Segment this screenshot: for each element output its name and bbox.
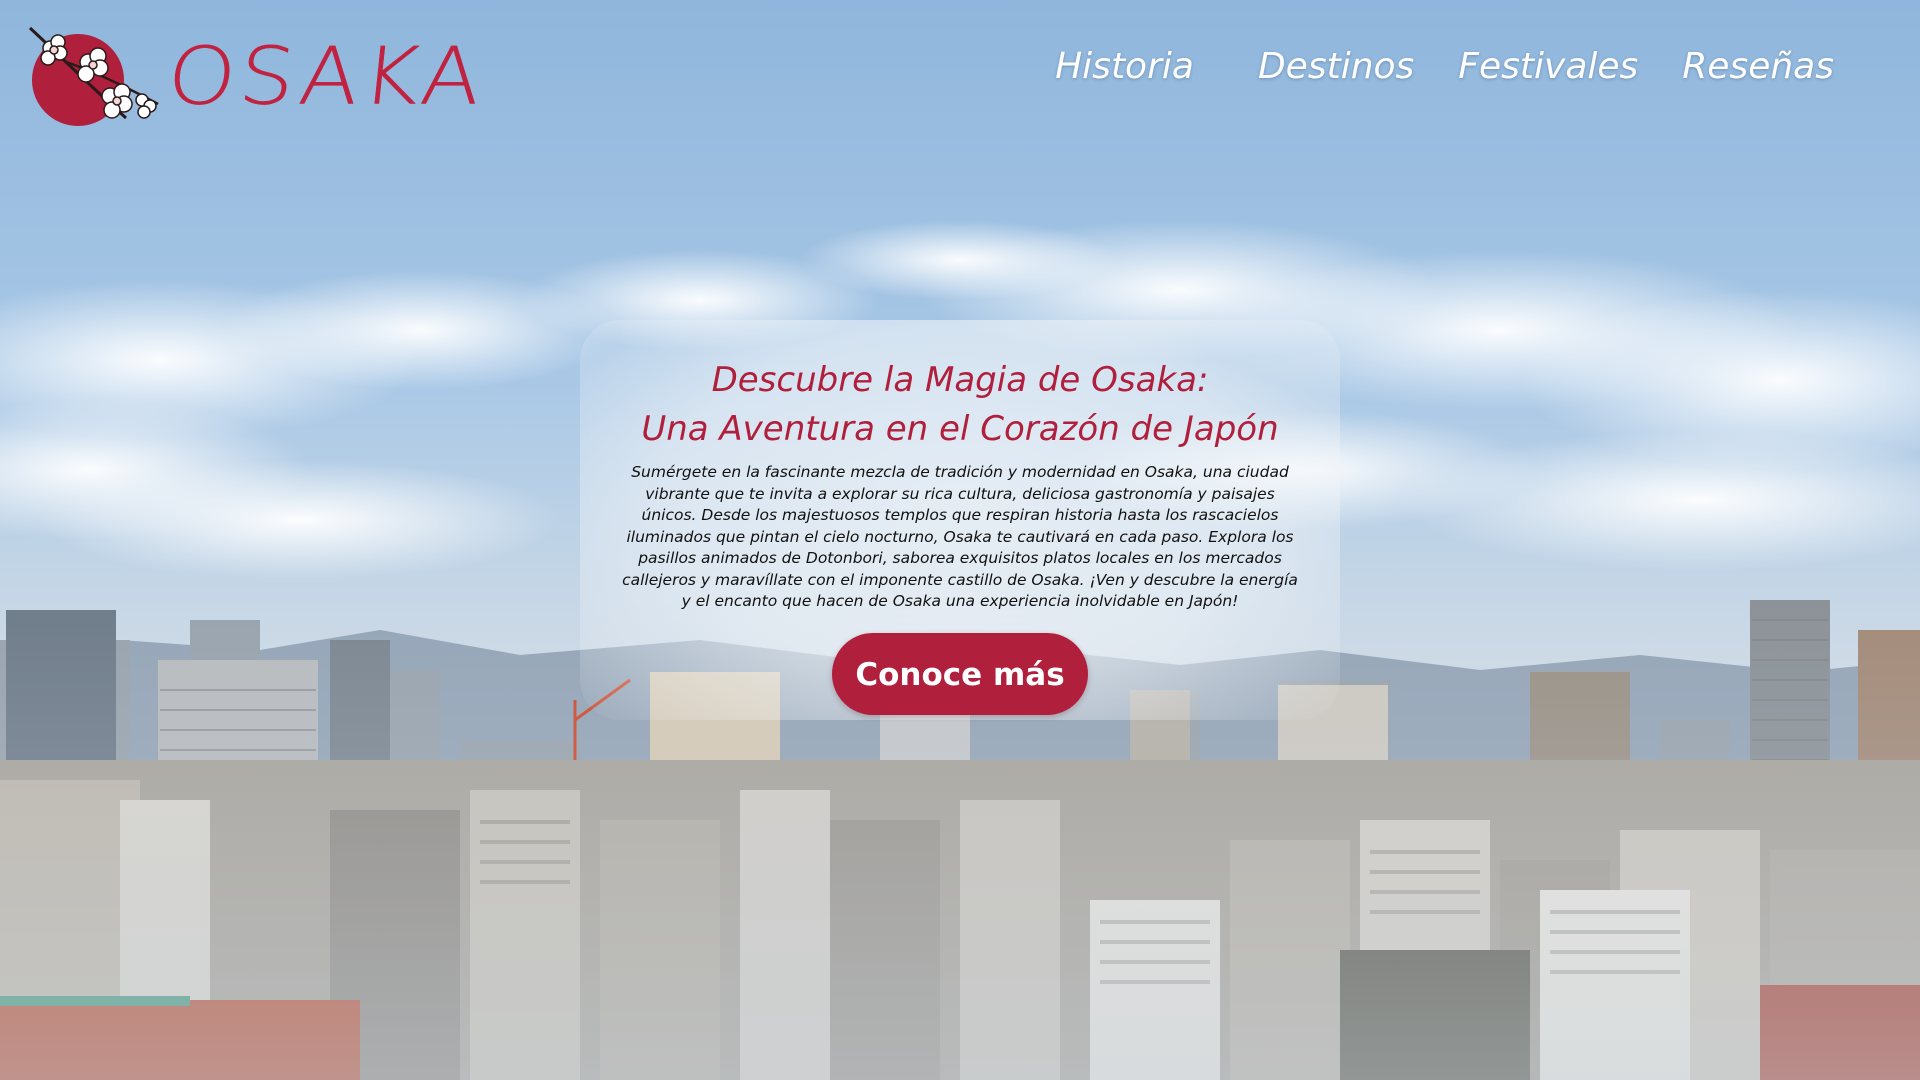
nav-item-historia[interactable]: Historia <box>1033 46 1216 87</box>
nav-item-destinos[interactable]: Destinos <box>1236 46 1436 87</box>
hero-description: Sumérgete en la fascinante mezcla de tra… <box>622 463 1298 610</box>
main-nav: Historia Destinos Festivales Reseñas <box>1033 46 1856 87</box>
logo-link[interactable]: OSAKA <box>26 22 490 132</box>
nav-item-festivales[interactable]: Festivales <box>1436 46 1660 87</box>
plum-blossom-sun-icon <box>26 22 162 132</box>
hero-card: Descubre la Magia de Osaka: Una Aventura… <box>580 320 1340 720</box>
site-header: OSAKA Historia Destinos Festivales Reseñ… <box>0 0 1920 150</box>
hero-title: Descubre la Magia de Osaka: Una Aventura… <box>620 356 1300 454</box>
hero-title-line2: Una Aventura en el Corazón de Japón <box>641 409 1279 449</box>
nav-item-resenas[interactable]: Reseñas <box>1660 46 1856 87</box>
landing-page: OSAKA Historia Destinos Festivales Reseñ… <box>0 0 1920 1080</box>
logo-wordmark: OSAKA <box>163 31 490 123</box>
hero-title-line1: Descubre la Magia de Osaka: <box>711 360 1209 400</box>
conoce-mas-button[interactable]: Conoce más <box>832 632 1088 715</box>
